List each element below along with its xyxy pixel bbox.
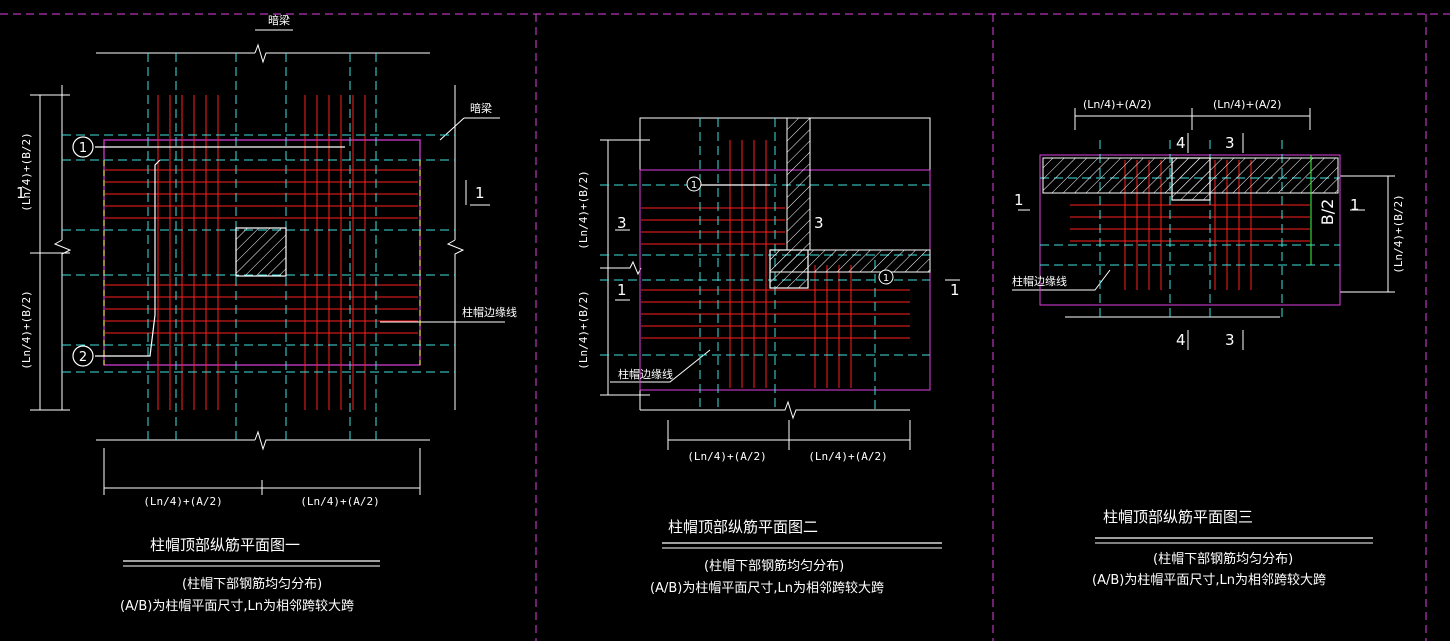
panel1-note-1: (柱帽下部钢筋均匀分布) [182,576,322,592]
panel2-dim-bottom-left: (Ln/4)+(A/2) [687,450,766,463]
panel1-dim-left-lower: (Ln/4)+(B/2) [20,290,33,369]
panel2-section-1-left: 1 [617,281,627,299]
panel-3: (Ln/4)+(A/2) (Ln/4)+(A/2) (Ln/4)+(B/2) B… [1012,98,1405,588]
panel1-marker-2-label: 2 [79,350,87,365]
panel3-edge-label: 柱帽边缘线 [1012,274,1067,288]
panel1-dim-bottom-left: (Ln/4)+(A/2) [143,495,222,508]
panel2-marker-1b-label: 1 [883,273,889,284]
panel3-dim-right: (Ln/4)+(B/2) [1392,194,1405,273]
panel1-title: 柱帽顶部纵筋平面图一 [150,536,300,554]
cad-drawing-canvas[interactable]: 1 2 暗梁 暗梁 柱帽边缘线 1 1 (Ln/4)+(B/2) (Ln/4)+… [0,0,1450,641]
panel3-column [1171,157,1211,201]
panel1-dim-left-upper: (Ln/4)+(B/2) [20,132,33,211]
panel2-dim-left-upper: (Ln/4)+(B/2) [577,170,590,249]
panel3-section-3-top: 3 [1225,134,1235,152]
panel3-title: 柱帽顶部纵筋平面图三 [1103,508,1253,526]
panel3-section-3-bottom: 3 [1225,331,1235,349]
panel2-title: 柱帽顶部纵筋平面图二 [668,518,818,536]
panel2-note-1: (柱帽下部钢筋均匀分布) [704,558,844,574]
panel2-dim-bottom-right: (Ln/4)+(A/2) [808,450,887,463]
panel-1: 1 2 暗梁 暗梁 柱帽边缘线 1 1 (Ln/4)+(B/2) (Ln/4)+… [16,13,517,614]
panel3-note-1: (柱帽下部钢筋均匀分布) [1153,551,1293,567]
panel1-section-right: 1 [475,184,485,202]
panel3-section-1-right: 1 [1350,196,1360,214]
panel1-beam-right-label: 暗梁 [470,101,492,115]
panel2-column [769,249,809,289]
panel2-section-3-left: 3 [617,214,627,232]
drawing-svg: 1 2 暗梁 暗梁 柱帽边缘线 1 1 (Ln/4)+(B/2) (Ln/4)+… [0,13,1450,641]
panel1-note-2: (A/B)为柱帽平面尺寸,Ln为相邻跨较大跨 [120,598,354,614]
panel2-marker-1a-label: 1 [691,180,697,191]
panel3-section-1-left: 1 [1014,191,1024,209]
panel3-section-4-top: 4 [1176,134,1186,152]
panel2-dim-left-lower: (Ln/4)+(B/2) [577,290,590,369]
panel1-dim-bottom-right: (Ln/4)+(A/2) [300,495,379,508]
panel2-section-1-right: 1 [950,281,960,299]
panel1-edge-label: 柱帽边缘线 [462,305,517,319]
panel2-note-2: (A/B)为柱帽平面尺寸,Ln为相邻跨较大跨 [650,580,884,596]
panel-2: 1 1 3 3 1 1 柱帽边缘线 (Ln/4)+(B/2) (Ln/4)+(B… [577,117,960,596]
panel3-dim-top-left: (Ln/4)+(A/2) [1083,98,1151,111]
panel1-marker-1-label: 1 [79,141,87,156]
panel3-dim-top-right: (Ln/4)+(A/2) [1213,98,1281,111]
panel2-edge-label: 柱帽边缘线 [618,367,673,381]
panel1-column [235,227,287,277]
panel3-b-half: B/2 [1318,199,1337,226]
panel3-note-2: (A/B)为柱帽平面尺寸,Ln为相邻跨较大跨 [1092,572,1326,588]
panel2-section-3-right: 3 [814,214,824,232]
panel3-section-4-bottom: 4 [1176,331,1186,349]
panel1-beam-top-label: 暗梁 [268,13,290,27]
